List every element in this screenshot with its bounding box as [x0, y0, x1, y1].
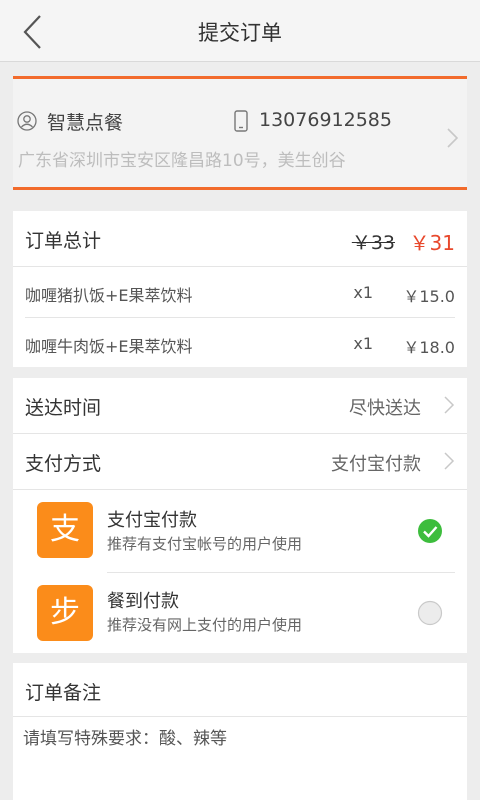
order-total-label: 订单总计: [25, 230, 102, 252]
chevron-right-icon: [447, 128, 459, 148]
cash-on-delivery-icon: 步: [37, 585, 93, 641]
payment-option-title: 支付宝付款: [107, 510, 197, 531]
chevron-right-icon: [444, 396, 455, 414]
payment-option-desc: 推荐没有网上支付的用户使用: [107, 616, 303, 634]
order-total-row: 订单总计 ￥33 ￥31: [13, 211, 467, 266]
payment-option-cod[interactable]: 步 餐到付款 推荐没有网上支付的用户使用: [13, 573, 467, 653]
payment-option-desc: 推荐有支付宝帐号的用户使用: [107, 535, 303, 553]
item-qty: x1: [353, 283, 373, 302]
delivery-time-row[interactable]: 送达时间 尽快送达: [13, 378, 467, 433]
item-price: ￥18.0: [403, 338, 455, 357]
item-qty: x1: [353, 334, 373, 353]
payment-method-label: 支付方式: [25, 453, 102, 475]
delivery-address: 广东省深圳市宝安区隆昌路10号，美生创谷: [18, 151, 346, 171]
order-summary-panel: 订单总计 ￥33 ￥31 咖喱猪扒饭+E果萃饮料 x1 ￥15.0 咖喱牛肉饭+…: [13, 211, 467, 367]
alipay-icon: 支: [37, 502, 93, 558]
person-icon: [17, 111, 37, 131]
payment-option-alipay[interactable]: 支 支付宝付款 推荐有支付宝帐号的用户使用: [13, 490, 467, 572]
order-item-row: 咖喱猪扒饭+E果萃饮料 x1 ￥15.0: [13, 267, 467, 317]
payment-method-value: 支付宝付款: [331, 454, 421, 475]
phone-icon: [234, 110, 248, 132]
delivery-time-value: 尽快送达: [349, 398, 421, 419]
top-bar: 提交订单: [0, 0, 480, 62]
payment-method-row[interactable]: 支付方式 支付宝付款: [13, 434, 467, 489]
divider: [13, 716, 467, 717]
order-item-row: 咖喱牛肉饭+E果萃饮料 x1 ￥18.0: [13, 318, 467, 367]
item-price: ￥15.0: [403, 287, 455, 306]
final-price: ￥31: [409, 231, 455, 255]
delivery-time-label: 送达时间: [25, 397, 102, 419]
unchecked-circle-icon[interactable]: [417, 600, 443, 626]
chevron-right-icon: [444, 452, 455, 470]
payment-option-title: 餐到付款: [107, 591, 179, 612]
delivery-payment-panel: 送达时间 尽快送达 支付方式 支付宝付款 支 支付宝付款 推荐有支付宝帐号的用户…: [13, 378, 467, 653]
address-card[interactable]: 智慧点餐 13076912585 广东省深圳市宝安区隆昌路10号，美生创谷: [13, 76, 467, 190]
item-name: 咖喱牛肉饭+E果萃饮料: [25, 337, 193, 356]
item-name: 咖喱猪扒饭+E果萃饮料: [25, 286, 193, 305]
original-price: ￥33: [351, 232, 395, 254]
order-notes-label: 订单备注: [25, 682, 102, 704]
contact-name: 智慧点餐: [47, 112, 124, 134]
checked-circle-icon[interactable]: [417, 518, 443, 544]
page-title: 提交订单: [198, 21, 282, 45]
order-notes-panel: 订单备注: [13, 663, 467, 800]
contact-phone: 13076912585: [259, 109, 392, 131]
order-notes-input[interactable]: [23, 729, 453, 749]
